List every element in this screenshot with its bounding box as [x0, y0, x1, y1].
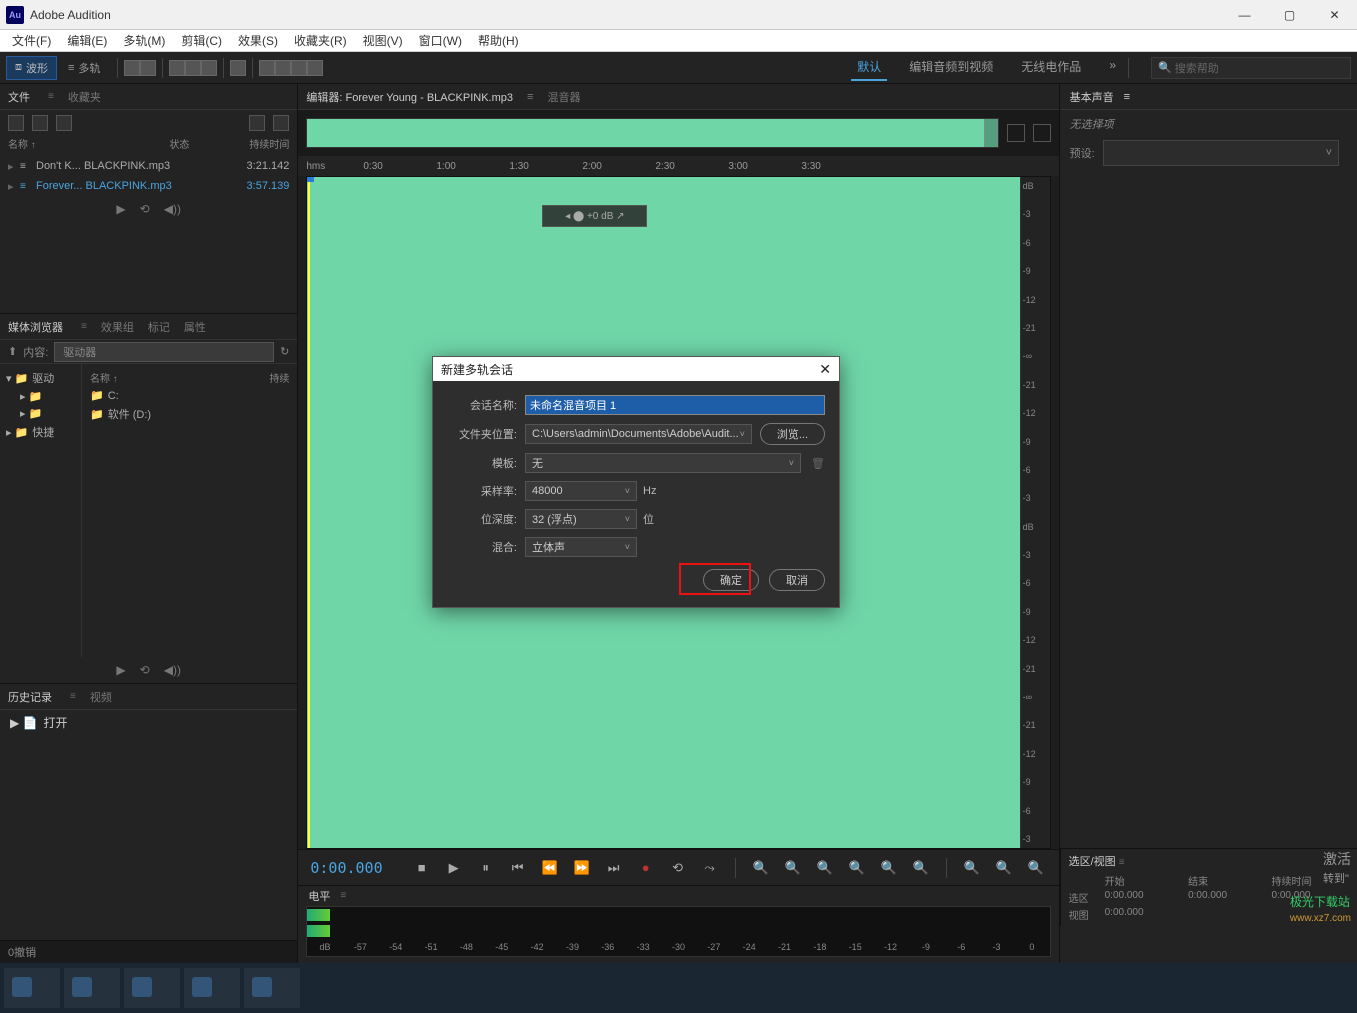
folder-label: 文件夹位置: [447, 426, 517, 442]
browse-button[interactable]: 浏览... [760, 423, 825, 445]
new-multitrack-dialog: 新建多轨会话 ✕ 会话名称: 文件夹位置: C:\Users\admin\Doc… [432, 356, 840, 608]
task-item[interactable] [184, 968, 240, 1008]
windows-taskbar[interactable] [0, 963, 1357, 1013]
task-item[interactable] [64, 968, 120, 1008]
template-select[interactable]: 无˅ [525, 453, 801, 473]
task-item[interactable] [4, 968, 60, 1008]
task-icon [192, 977, 212, 997]
mix-label: 混合: [447, 539, 517, 555]
task-item[interactable] [124, 968, 180, 1008]
bitdepth-select[interactable]: 32 (浮点)˅ [525, 509, 637, 529]
dialog-body: 会话名称: 文件夹位置: C:\Users\admin\Documents\Ad… [433, 381, 839, 607]
modal-overlay: 新建多轨会话 ✕ 会话名称: 文件夹位置: C:\Users\admin\Doc… [0, 0, 1357, 1013]
dialog-close-icon[interactable]: ✕ [819, 361, 831, 378]
dialog-titlebar[interactable]: 新建多轨会话 ✕ [433, 357, 839, 381]
dialog-title: 新建多轨会话 [441, 361, 513, 378]
samplerate-label: 采样率: [447, 483, 517, 499]
mix-select[interactable]: 立体声˅ [525, 537, 637, 557]
bitdepth-unit: 位 [643, 511, 663, 527]
folder-select[interactable]: C:\Users\admin\Documents\Adobe\Audit...˅ [525, 424, 752, 444]
samplerate-unit: Hz [643, 485, 663, 497]
samplerate-select[interactable]: 48000˅ [525, 481, 637, 501]
session-name-input[interactable] [525, 395, 825, 415]
task-icon [12, 977, 32, 997]
bitdepth-label: 位深度: [447, 511, 517, 527]
dialog-footer: 确定 取消 [447, 569, 825, 591]
task-icon [252, 977, 272, 997]
session-name-label: 会话名称: [447, 397, 517, 413]
ok-button-highlight [679, 563, 751, 595]
task-icon [132, 977, 152, 997]
task-icon [72, 977, 92, 997]
delete-template-icon[interactable]: 🗑 [811, 457, 825, 470]
template-label: 模板: [447, 455, 517, 471]
task-item[interactable] [244, 968, 300, 1008]
cancel-button[interactable]: 取消 [769, 569, 825, 591]
